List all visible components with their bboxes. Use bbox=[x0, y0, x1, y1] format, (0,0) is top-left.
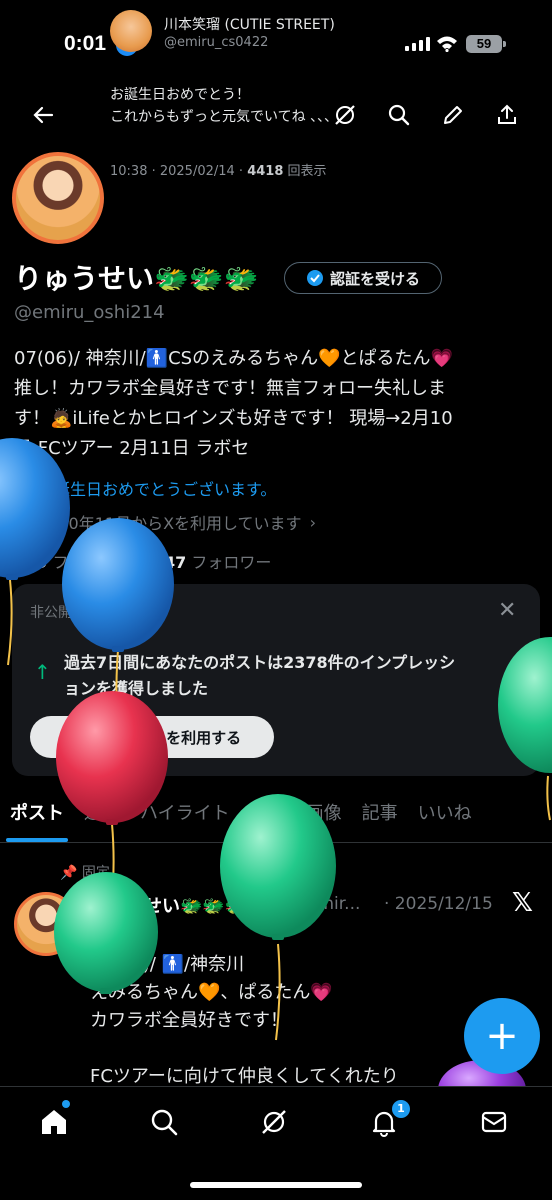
x-logo-icon[interactable]: 𝕏 bbox=[512, 888, 533, 918]
analytics-text-line: ョンを獲得しました bbox=[64, 679, 209, 698]
tweet-author-handle: @emir... bbox=[290, 894, 361, 914]
chevron-right-icon: › bbox=[309, 512, 316, 532]
tweet-avatar[interactable] bbox=[14, 892, 78, 956]
get-verified-label: 認証を受ける bbox=[329, 269, 420, 288]
profile-tabs: ポスト 返信 ハイライト 動画 画像 記事 いいね bbox=[0, 800, 552, 844]
tab-replies[interactable]: 返信 bbox=[74, 800, 130, 844]
followers-link[interactable]: 647 フォロワー bbox=[153, 553, 272, 572]
search-icon[interactable] bbox=[384, 100, 414, 130]
profile-joined[interactable]: 2020年11月からXを利用しています › bbox=[14, 510, 316, 534]
profile-display-name: りゅうせい🐲🐲🐲 bbox=[14, 262, 259, 295]
edit-icon[interactable] bbox=[438, 100, 468, 130]
following-label: フォロー中 bbox=[52, 553, 133, 572]
tweet-text-line: えみるちゃん🧡、ぱるたん💗 bbox=[90, 982, 333, 1003]
pin-icon: 📌 bbox=[60, 865, 78, 881]
home-indicator bbox=[190, 1182, 362, 1188]
tab-posts[interactable]: ポスト bbox=[0, 800, 74, 844]
meta-views-label: 回表示 bbox=[287, 164, 327, 179]
explore-icon[interactable] bbox=[144, 1102, 184, 1142]
verified-check-icon bbox=[306, 270, 323, 286]
following-link[interactable]: 719 フォロー中 bbox=[14, 553, 133, 572]
tweet-text-line: FCツアーに向けて仲良くしてくれたり bbox=[90, 1066, 399, 1087]
joined-text: 2020年11月からXを利用しています bbox=[38, 514, 302, 533]
compose-post-button[interactable]: + bbox=[464, 998, 540, 1074]
bio-line: す！🙇iLifeとかヒロインズも好きです！ 現場→2月10 bbox=[14, 408, 453, 429]
share-icon[interactable] bbox=[492, 100, 522, 130]
bio-line: 推し！カワラボ全員好きです！無言フォロー失礼しま bbox=[14, 378, 446, 399]
meta-time: 10:38 · 2025/02/14 · bbox=[110, 164, 248, 179]
bio-line: 07(06)/ 神奈川/🚹CSのえみるちゃん🧡とぱるたん💗 bbox=[14, 348, 453, 369]
tab-images[interactable]: 画像 bbox=[296, 800, 352, 844]
bio-line: 日 FCツアー 2月11日 ラボセ bbox=[14, 438, 250, 459]
get-verified-button[interactable]: 認証を受ける bbox=[284, 262, 442, 294]
notification-sender-handle: @emiru_cs0422 bbox=[164, 35, 269, 50]
tweet-text-line: 07(06)/ 🚹/神奈川 bbox=[90, 954, 245, 975]
tab-videos[interactable]: 動画 bbox=[240, 800, 296, 844]
plus-icon: + bbox=[485, 1013, 519, 1059]
analytics-button[interactable]: アナリティクスを利用する bbox=[30, 716, 274, 758]
tab-highlights[interactable]: ハイライト bbox=[130, 800, 240, 844]
profile-avatar[interactable] bbox=[12, 152, 104, 244]
notification-sender-name: 川本笑瑠 (CUTIE STREET) bbox=[164, 17, 335, 33]
home-unread-dot bbox=[62, 1100, 70, 1108]
cellular-signal-icon bbox=[405, 37, 430, 51]
battery-indicator: 59 bbox=[466, 35, 506, 53]
followers-count: 647 bbox=[152, 553, 187, 572]
close-icon[interactable]: ✕ bbox=[498, 598, 516, 623]
calendar-icon bbox=[14, 515, 30, 530]
analytics-text-line: 過去7日間にあなたのポストは2378件のインプレッシ bbox=[64, 653, 456, 672]
pinned-label: 📌 固定 bbox=[60, 862, 110, 882]
pinned-text: 固定 bbox=[81, 865, 110, 881]
tab-articles[interactable]: 記事 bbox=[352, 800, 408, 844]
tabs-divider bbox=[0, 842, 552, 843]
home-icon[interactable] bbox=[34, 1102, 74, 1142]
trend-up-icon: ↑ bbox=[34, 660, 51, 684]
status-time: 0:01 bbox=[64, 32, 107, 55]
notification-badge: 1 bbox=[392, 1100, 410, 1118]
location-text: お誕生日おめでとうございます。 bbox=[38, 480, 277, 499]
tab-likes[interactable]: いいね bbox=[408, 800, 482, 844]
mail-icon[interactable] bbox=[474, 1102, 514, 1142]
private-label: 非公開 bbox=[30, 605, 72, 621]
tweet-text-line: カワラボ全員好きです！ bbox=[90, 1010, 288, 1031]
profile-bio: 07(06)/ 神奈川/🚹CSのえみるちゃん🧡とぱるたん💗 推し！カワラボ全員好… bbox=[14, 344, 534, 464]
notification-avatar bbox=[110, 10, 152, 52]
tweet-date: · 2025/12/15 bbox=[384, 894, 493, 914]
notification-meta: 10:38 · 2025/02/14 · 4418 回表示 bbox=[110, 160, 327, 179]
wifi-icon bbox=[436, 35, 458, 53]
profile-follow-stats: 719 フォロー中 647 フォロワー bbox=[14, 549, 271, 573]
tweet-text-line: 再 bbox=[90, 924, 108, 945]
analytics-text: 過去7日間にあなたのポストは2378件のインプレッシ ョンを獲得しました bbox=[64, 650, 516, 702]
notification-text-line: お誕生日おめでとう！ bbox=[110, 87, 250, 103]
tweet-author-name[interactable]: りゅうせい🐲🐲🐲 bbox=[90, 892, 247, 918]
location-pin-icon bbox=[15, 479, 29, 497]
profile-handle: @emiru_oshi214 bbox=[14, 302, 165, 323]
profile-location: お誕生日おめでとうございます。 bbox=[14, 476, 276, 500]
grok-nav-icon[interactable] bbox=[254, 1102, 294, 1142]
following-count: 719 bbox=[14, 553, 48, 572]
meta-views: 4418 bbox=[247, 164, 284, 179]
notification-text: お誕生日おめでとう！ これからもずっと元気でいてね 、、、 bbox=[110, 84, 338, 128]
followers-label: フォロワー bbox=[191, 553, 272, 572]
grok-icon[interactable] bbox=[330, 100, 360, 130]
back-arrow-icon[interactable] bbox=[28, 100, 58, 130]
notification-text-line: これからもずっと元気でいてね 、、、 bbox=[110, 109, 339, 125]
